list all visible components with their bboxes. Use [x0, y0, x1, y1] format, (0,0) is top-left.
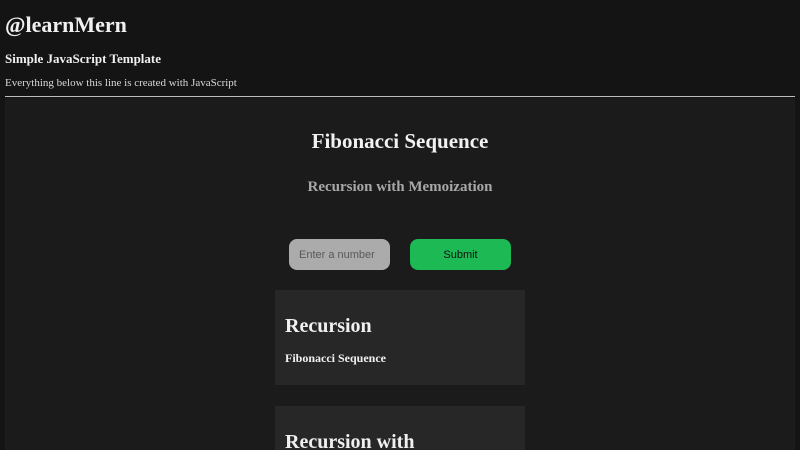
template-note: Everything below this line is created wi…: [5, 77, 237, 89]
result-card-recursion-memoization: Recursion with: [275, 406, 525, 450]
card-label: Fibonacci Sequence: [285, 351, 386, 365]
result-card-recursion: Recursion Fibonacci Sequence: [275, 290, 525, 385]
card-heading: Recursion: [285, 315, 372, 337]
card-heading: Recursion with: [285, 431, 415, 450]
template-header: @learnMern Simple JavaScript Template Ev…: [0, 0, 800, 90]
app-title: Fibonacci Sequence: [311, 129, 489, 153]
app-subtitle: Recursion with Memoization: [307, 179, 493, 195]
number-input[interactable]: [289, 239, 390, 270]
submit-button[interactable]: Submit: [410, 239, 511, 270]
fibonacci-app: Fibonacci Sequence Recursion with Memoiz…: [5, 98, 795, 450]
template-subtitle: Simple JavaScript Template: [5, 51, 162, 66]
page: @learnMern Simple JavaScript Template Ev…: [0, 0, 800, 450]
divider: [5, 96, 795, 97]
brand-title: @learnMern: [5, 12, 127, 37]
